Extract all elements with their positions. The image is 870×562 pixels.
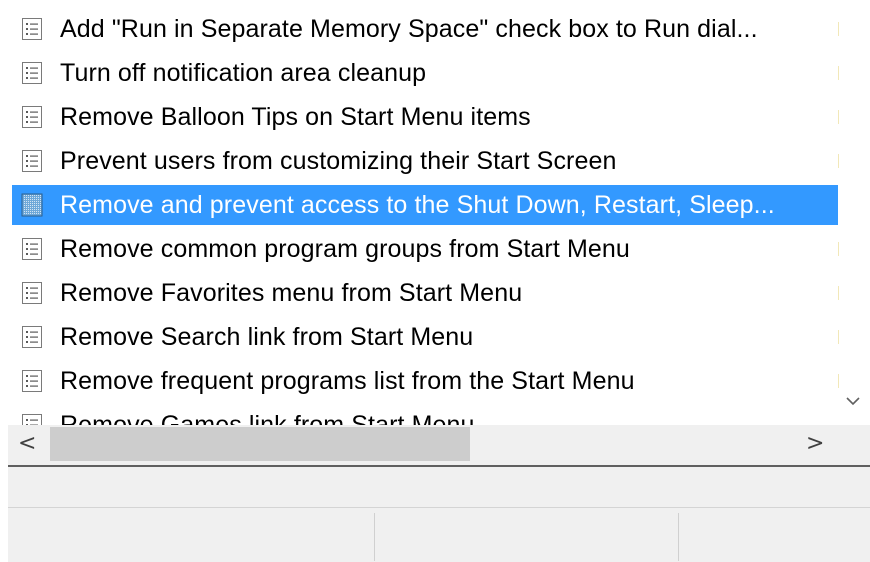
policy-setting-icon: [18, 103, 46, 131]
state-column-edge: [838, 374, 839, 388]
status-pane-3: [679, 513, 869, 561]
status-pane-2: [375, 513, 679, 561]
list-item-label: Prevent users from customizing their Sta…: [60, 146, 617, 175]
list-item-label: Remove Favorites menu from Start Menu: [60, 278, 523, 307]
policy-setting-icon: [18, 15, 46, 43]
policy-settings-list[interactable]: Add "Run in Separate Memory Space" check…: [8, 0, 838, 425]
scroll-left-button[interactable]: <: [18, 431, 36, 456]
policy-setting-icon: [18, 59, 46, 87]
policy-setting-icon: [18, 279, 46, 307]
state-column-edge: [838, 242, 839, 256]
list-item-label: Remove Search link from Start Menu: [60, 322, 474, 351]
list-item[interactable]: Remove Balloon Tips on Start Menu items: [8, 95, 838, 139]
list-item-label: Remove frequent programs list from the S…: [60, 366, 635, 395]
status-bar: [8, 467, 870, 562]
chevron-down-icon: [846, 397, 860, 406]
list-item[interactable]: Add "Run in Separate Memory Space" check…: [8, 7, 838, 51]
state-column-edge: [838, 22, 839, 36]
scroll-down-button[interactable]: [842, 390, 864, 412]
list-item[interactable]: Remove Search link from Start Menu: [8, 315, 838, 359]
policy-setting-icon: [18, 147, 46, 175]
list-item-label: Add "Run in Separate Memory Space" check…: [60, 14, 758, 43]
state-column-edge: [838, 110, 839, 124]
state-column-edge: [838, 286, 839, 300]
horizontal-scroll-thumb[interactable]: [50, 427, 470, 461]
policy-setting-icon: [18, 191, 46, 219]
policy-editor-pane: Add "Run in Separate Memory Space" check…: [0, 0, 870, 562]
state-column-edge: [838, 330, 839, 344]
list-item[interactable]: Remove Games link from Start Menu: [8, 403, 838, 425]
list-item-selected[interactable]: Remove and prevent access to the Shut Do…: [12, 185, 838, 225]
list-item-label: Remove Balloon Tips on Start Menu items: [60, 102, 531, 131]
list-item-label: Remove Games link from Start Menu: [60, 410, 475, 426]
horizontal-scrollbar[interactable]: < >: [8, 425, 838, 465]
status-bar-separator: [8, 507, 870, 508]
list-item[interactable]: Remove Favorites menu from Start Menu: [8, 271, 838, 315]
list-item[interactable]: Prevent users from customizing their Sta…: [8, 139, 838, 183]
list-item-label: Remove and prevent access to the Shut Do…: [60, 190, 775, 219]
policy-setting-icon: [18, 323, 46, 351]
state-column-edge: [838, 66, 839, 80]
list-item[interactable]: Turn off notification area cleanup: [8, 51, 838, 95]
policy-setting-icon: [18, 367, 46, 395]
list-item-label: Turn off notification area cleanup: [60, 58, 427, 87]
list-right-edge: [838, 0, 870, 425]
list-item[interactable]: Remove frequent programs list from the S…: [8, 359, 838, 403]
scroll-right-button[interactable]: >: [806, 431, 824, 456]
policy-setting-icon: [18, 235, 46, 263]
state-column-edge: [838, 154, 839, 168]
list-item-label: Remove common program groups from Start …: [60, 234, 630, 263]
scrollbar-corner: [838, 425, 870, 465]
status-pane-1: [8, 513, 375, 561]
list-item[interactable]: Remove common program groups from Start …: [8, 227, 838, 271]
policy-setting-icon: [18, 411, 46, 425]
